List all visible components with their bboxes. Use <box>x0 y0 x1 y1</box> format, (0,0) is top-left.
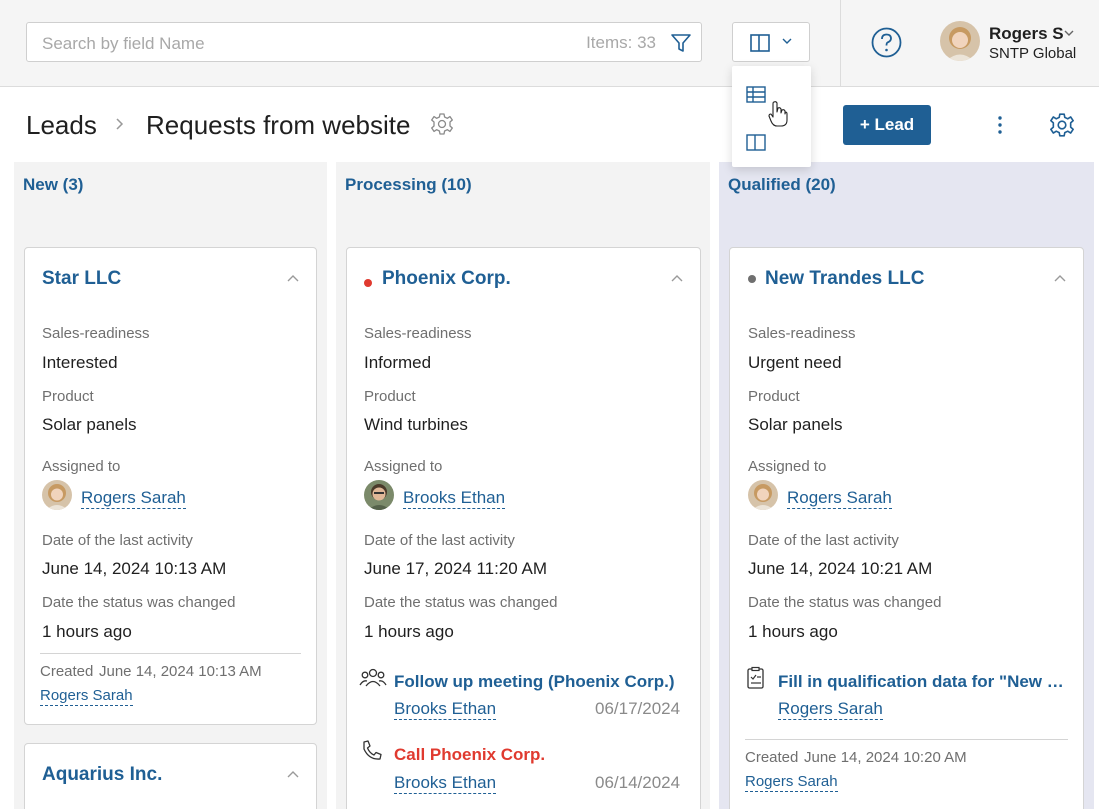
table-view-icon <box>746 86 766 103</box>
field-label: Product <box>364 388 416 405</box>
field-label: Assigned to <box>364 458 443 475</box>
creator-link[interactable]: Rogers Sarah <box>40 687 133 706</box>
field-value: Interested <box>42 353 118 372</box>
help-icon[interactable] <box>871 27 902 58</box>
kanban-view-icon <box>746 134 766 151</box>
assignee-link[interactable]: Brooks Ethan <box>403 488 506 509</box>
lead-card[interactable]: New Trandes LLC Sales-readiness Urgent n… <box>729 247 1084 809</box>
column-new: New (3) Star LLC Sales-readiness Interes… <box>14 162 327 809</box>
field-value: Solar panels <box>748 415 843 434</box>
chevron-up-icon[interactable] <box>286 273 300 283</box>
chevron-up-icon[interactable] <box>1053 273 1067 283</box>
field-value: Wind turbines <box>364 415 468 434</box>
more-vertical-icon[interactable] <box>990 114 1010 136</box>
created-date: June 14, 2024 10:13 AM <box>99 663 262 680</box>
field-label: Sales-readiness <box>748 325 856 342</box>
divider <box>40 653 301 654</box>
field-value: June 14, 2024 10:13 AM <box>42 559 227 578</box>
search-placeholder: Search by field Name <box>42 34 205 53</box>
field-label: Date of the last activity <box>748 532 899 549</box>
column-title: Qualified (20) <box>728 175 836 194</box>
avatar <box>364 480 394 510</box>
created-label: Created <box>40 663 94 680</box>
lead-card[interactable]: Star LLC Sales-readiness Interested Prod… <box>24 247 317 725</box>
field-value: June 14, 2024 10:21 AM <box>748 559 933 578</box>
task-date: 06/14/2024 <box>595 773 681 792</box>
card-title[interactable]: Star LLC <box>42 268 121 290</box>
chevron-down-icon <box>782 38 792 44</box>
search-input[interactable]: Search by field Name Items: 33 <box>26 22 702 62</box>
chevron-up-icon[interactable] <box>286 769 300 779</box>
divider <box>745 739 1068 740</box>
kanban-view-icon <box>750 34 770 52</box>
gear-icon[interactable] <box>430 112 454 136</box>
view-switch-button[interactable] <box>732 22 810 62</box>
checklist-icon <box>747 666 764 689</box>
card-title[interactable]: Aquarius Inc. <box>42 764 162 786</box>
lead-card[interactable]: Aquarius Inc. <box>24 743 317 809</box>
assignee-link[interactable]: Rogers Sarah <box>81 488 186 509</box>
user-name[interactable]: Rogers S <box>989 24 1064 44</box>
field-label: Product <box>42 388 94 405</box>
add-lead-button[interactable]: + Lead <box>843 105 931 145</box>
field-value: 1 hours ago <box>748 622 838 641</box>
task-assignee-link[interactable]: Brooks Ethan <box>394 773 497 794</box>
field-value: Solar panels <box>42 415 137 434</box>
items-count: Items: 33 <box>586 33 656 52</box>
field-value: 1 hours ago <box>42 622 132 641</box>
created-label: Created <box>745 749 799 766</box>
avatar <box>748 480 778 510</box>
status-dot <box>748 275 756 283</box>
field-label: Sales-readiness <box>42 325 150 342</box>
field-value: June 17, 2024 11:20 AM <box>364 559 548 578</box>
user-org: SNTP Global <box>989 45 1077 62</box>
field-label: Date the status was changed <box>748 594 942 611</box>
field-value: 1 hours ago <box>364 622 454 641</box>
created-date: June 14, 2024 10:20 AM <box>804 749 967 766</box>
settings-gear-icon[interactable] <box>1049 112 1075 138</box>
field-label: Assigned to <box>42 458 121 475</box>
breadcrumb-root[interactable]: Leads <box>26 110 97 141</box>
column-qualified: Qualified (20) New Trandes LLC Sales-rea… <box>719 162 1094 809</box>
creator-link[interactable]: Rogers Sarah <box>745 773 838 792</box>
card-title[interactable]: New Trandes LLC <box>765 268 924 290</box>
chevron-up-icon[interactable] <box>670 273 684 283</box>
status-dot <box>364 279 372 287</box>
column-title: Processing (10) <box>345 175 472 194</box>
task-title[interactable]: Follow up meeting (Phoenix Corp.) <box>394 672 689 692</box>
task-title[interactable]: Fill in qualification data for "New Tran… <box>778 672 1068 692</box>
card-title[interactable]: Phoenix Corp. <box>382 268 511 290</box>
task-title[interactable]: Call Phoenix Corp. <box>394 745 689 765</box>
phone-icon <box>363 740 382 760</box>
field-value: Informed <box>364 353 432 372</box>
chevron-right-icon <box>116 118 124 130</box>
column-processing: Processing (10) Phoenix Corp. Sales-read… <box>336 162 710 809</box>
task-assignee-link[interactable]: Brooks Ethan <box>394 699 497 720</box>
chevron-down-icon[interactable] <box>1063 27 1075 39</box>
field-label: Assigned to <box>748 458 827 475</box>
meeting-icon <box>359 668 387 687</box>
page-title: Requests from website <box>146 110 411 140</box>
avatar[interactable] <box>940 21 980 61</box>
field-value: Urgent need <box>748 353 842 372</box>
filter-icon[interactable] <box>670 32 692 54</box>
field-label: Date of the last activity <box>364 532 515 549</box>
hand-cursor-icon <box>768 101 788 127</box>
avatar <box>42 480 72 510</box>
assignee-link[interactable]: Rogers Sarah <box>787 488 892 509</box>
column-title: New (3) <box>23 175 84 194</box>
field-label: Date of the last activity <box>42 532 193 549</box>
task-assignee-link[interactable]: Rogers Sarah <box>778 699 883 720</box>
field-label: Date the status was changed <box>364 594 558 611</box>
field-label: Product <box>748 388 800 405</box>
top-bar: Search by field Name Items: 33 Rogers S … <box>0 0 1099 87</box>
field-label: Date the status was changed <box>42 594 236 611</box>
lead-card[interactable]: Phoenix Corp. Sales-readiness Informed P… <box>346 247 701 809</box>
divider <box>840 0 841 87</box>
task-date: 06/17/2024 <box>595 699 681 718</box>
field-label: Sales-readiness <box>364 325 472 342</box>
